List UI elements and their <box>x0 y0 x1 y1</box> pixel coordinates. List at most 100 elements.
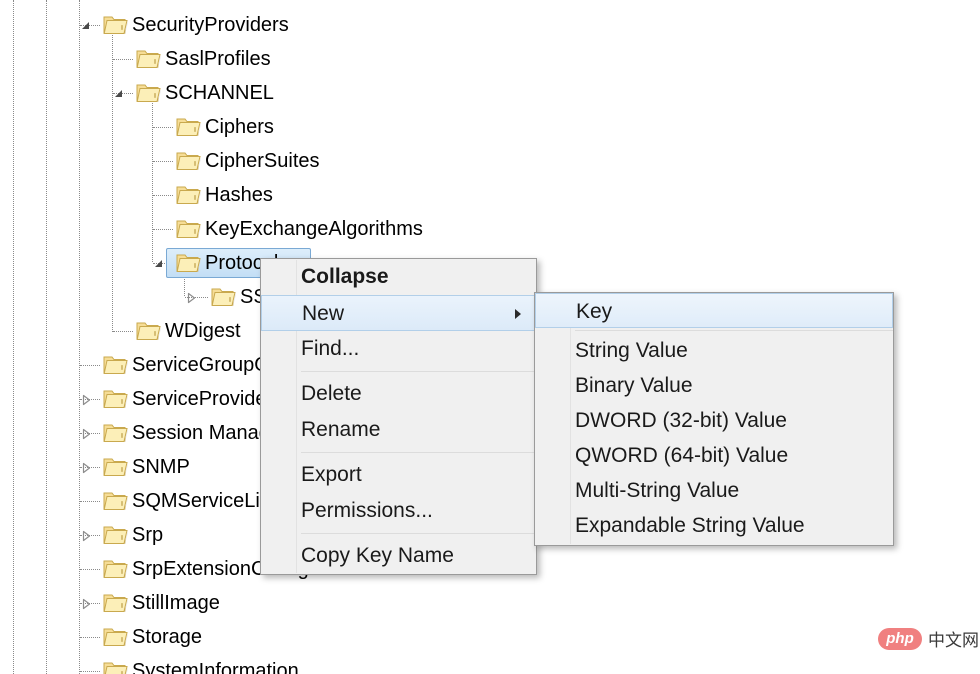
tree-node-schannel[interactable]: SCHANNEL <box>0 76 664 110</box>
context-menu-item-label: Delete <box>301 382 362 405</box>
tree-expander-expanded-icon[interactable] <box>80 19 92 37</box>
tree-expander-collapsed-icon[interactable] <box>185 291 197 309</box>
tree-node-label: SCHANNEL <box>165 82 274 104</box>
tree-expander-collapsed-icon[interactable] <box>80 461 92 479</box>
tree-node-label: Hashes <box>205 184 273 206</box>
tree-node-ciphersuites[interactable]: CipherSuites <box>0 144 664 178</box>
context-menu[interactable]: Collapse New Find... Delete Rename Export Perm… <box>260 258 537 575</box>
folder-icon <box>103 558 128 580</box>
folder-icon <box>176 184 201 206</box>
context-menu-item-copy-key-name[interactable]: Copy Key Name <box>261 538 536 574</box>
tree-node-label: StillImage <box>132 592 220 614</box>
tree-connector-line <box>153 229 173 231</box>
folder-icon <box>176 116 201 138</box>
tree-node-label: Ciphers <box>205 116 274 138</box>
context-menu-item-label: Find... <box>301 337 360 360</box>
menu-separator <box>301 452 536 453</box>
tree-connector-line <box>80 501 100 503</box>
menu-separator <box>301 533 536 534</box>
context-menu-item-new[interactable]: New <box>261 295 536 331</box>
folder-icon <box>103 490 128 512</box>
tree-node-storage[interactable]: Storage <box>0 620 664 654</box>
tree-node-label: SaslProfiles <box>165 48 271 70</box>
folder-icon <box>103 456 128 478</box>
submenu-item-label: String Value <box>575 339 688 362</box>
php-logo-icon: php <box>878 627 922 650</box>
tree-node-label: SecurityProviders <box>132 14 289 36</box>
tree-expander-collapsed-icon[interactable] <box>80 427 92 445</box>
submenu-item-label: Binary Value <box>575 374 693 397</box>
tree-node-label: SNMP <box>132 456 190 478</box>
context-menu-item-label: Export <box>301 463 362 486</box>
tree-connector-line <box>80 569 100 571</box>
submenu-item-label: Multi-String Value <box>575 479 740 502</box>
folder-icon <box>103 660 128 674</box>
tree-connector-line <box>113 59 133 61</box>
folder-icon <box>136 320 161 342</box>
tree-node-label: Storage <box>132 626 203 648</box>
tree-node-securityproviders[interactable]: SecurityProviders <box>0 8 664 42</box>
folder-icon <box>103 592 128 614</box>
tree-connector-line <box>80 365 100 367</box>
submenu-item-label: QWORD (64-bit) Value <box>575 444 789 467</box>
context-menu-item-label: New <box>302 302 345 325</box>
submenu-item-list: Key String Value Binary Value DWORD (32-bit… <box>535 293 893 543</box>
context-menu-item-export[interactable]: Export <box>261 457 536 493</box>
submenu-item-string-value[interactable]: String Value <box>535 333 893 368</box>
submenu-chevron-right-icon <box>515 309 521 319</box>
tree-connector-line <box>80 637 100 639</box>
context-menu-item-list: Collapse New Find... Delete Rename Export Perm… <box>261 259 536 574</box>
tree-node-hashes[interactable]: Hashes <box>0 178 664 212</box>
submenu-item-key[interactable]: Key <box>535 293 893 328</box>
folder-icon <box>103 422 128 444</box>
tree-node-saslprofiles[interactable]: SaslProfiles <box>0 42 664 76</box>
submenu-item-expandable-string-value[interactable]: Expandable String Value <box>535 508 893 543</box>
tree-node-label: ServiceProvider <box>132 388 274 410</box>
menu-separator <box>301 371 536 372</box>
tree-expander-collapsed-icon[interactable] <box>80 393 92 411</box>
watermark: php 中文网 <box>878 626 979 651</box>
tree-node-ciphers[interactable]: Ciphers <box>0 110 664 144</box>
tree-node-keyexchangealgorithms[interactable]: KeyExchangeAlgorithms <box>0 212 664 246</box>
tree-node-label: WDigest <box>165 320 241 342</box>
folder-icon <box>136 48 161 70</box>
submenu-item-label: Expandable String Value <box>575 514 805 537</box>
context-menu-item-label: Permissions... <box>301 499 433 522</box>
tree-connector-line <box>153 161 173 163</box>
context-menu-item-find[interactable]: Find... <box>261 331 536 367</box>
folder-icon <box>211 286 236 308</box>
tree-connector-line <box>113 331 133 333</box>
submenu-item-label: Key <box>576 300 613 323</box>
tree-connector-line <box>80 671 100 673</box>
submenu-item-qword-64-bit-value[interactable]: QWORD (64-bit) Value <box>535 438 893 473</box>
tree-node-label: Srp <box>132 524 164 546</box>
tree-expander-collapsed-icon[interactable] <box>80 597 92 615</box>
folder-icon <box>103 14 128 36</box>
context-menu-item-collapse[interactable]: Collapse <box>261 259 536 295</box>
folder-icon <box>136 82 161 104</box>
tree-node-label: SQMServiceList <box>132 490 276 512</box>
tree-expander-expanded-icon[interactable] <box>113 87 125 105</box>
submenu-item-multi-string-value[interactable]: Multi-String Value <box>535 473 893 508</box>
tree-connector-line <box>153 127 173 129</box>
new-submenu[interactable]: Key String Value Binary Value DWORD (32-bit… <box>534 292 894 546</box>
context-menu-item-permissions[interactable]: Permissions... <box>261 493 536 529</box>
folder-icon <box>103 354 128 376</box>
submenu-item-dword-32-bit-value[interactable]: DWORD (32-bit) Value <box>535 403 893 438</box>
context-menu-item-rename[interactable]: Rename <box>261 412 536 448</box>
submenu-item-label: DWORD (32-bit) Value <box>575 409 787 432</box>
tree-expander-collapsed-icon[interactable] <box>80 529 92 547</box>
tree-connector-line <box>153 195 173 197</box>
folder-icon <box>176 150 201 172</box>
context-menu-item-label: Copy Key Name <box>301 544 454 567</box>
tree-node-systeminformation[interactable]: SystemInformation <box>0 654 664 674</box>
submenu-item-binary-value[interactable]: Binary Value <box>535 368 893 403</box>
menu-separator <box>575 330 893 331</box>
watermark-site-label: 中文网 <box>928 631 979 651</box>
tree-expander-expanded-icon[interactable] <box>153 257 165 275</box>
folder-icon <box>103 388 128 410</box>
tree-node-stillimage[interactable]: StillImage <box>0 586 664 620</box>
context-menu-item-delete[interactable]: Delete <box>261 376 536 412</box>
folder-icon <box>103 524 128 546</box>
folder-icon <box>103 626 128 648</box>
